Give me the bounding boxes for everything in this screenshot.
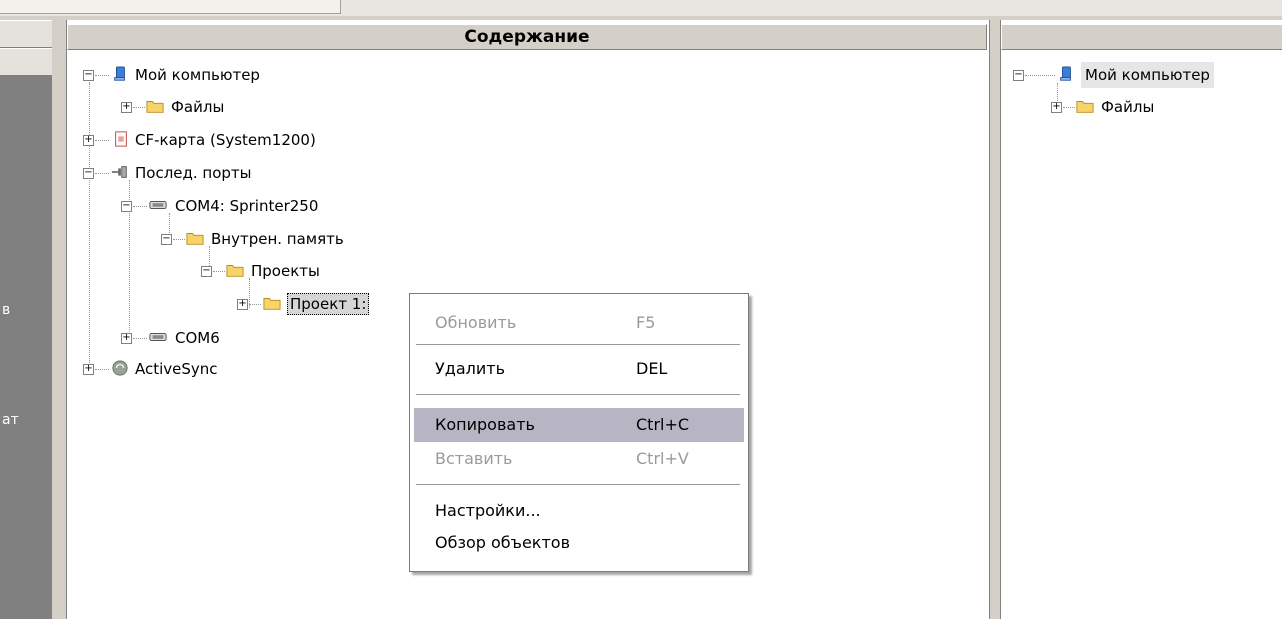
- menu-item-label: Обзор объектов: [435, 533, 571, 552]
- tree-node-label: ActiveSync: [135, 360, 218, 378]
- tree-node-my-computer[interactable]: − Мой компьютер: [67, 62, 567, 88]
- context-menu: Обновить F5 Удалить DEL Копировать Ctrl+…: [409, 293, 749, 572]
- menu-item-label: Удалить: [435, 359, 505, 378]
- tree-node-label-selected: Проект 1:: [287, 293, 370, 315]
- tree-line: [173, 239, 185, 240]
- folder-icon: [226, 265, 244, 277]
- collapse-icon[interactable]: −: [121, 201, 132, 212]
- tree-node-my-computer[interactable]: − Мой компьютер: [1001, 62, 1282, 88]
- menu-item-refresh[interactable]: Обновить F5: [414, 308, 744, 338]
- top-strip: [0, 0, 1282, 16]
- tree-node-files[interactable]: + Файлы: [1001, 94, 1282, 120]
- com-device-icon: [149, 200, 167, 210]
- tree-node-cf-card[interactable]: + CF-карта (System1200): [67, 127, 567, 153]
- tree-node-com6[interactable]: + COM6: [67, 325, 367, 351]
- tree-line: [133, 338, 147, 339]
- content-header[interactable]: Содержание: [67, 24, 987, 50]
- folder-icon: [1076, 101, 1094, 113]
- left-pane: в ат: [0, 20, 54, 619]
- menu-separator: [416, 394, 740, 396]
- tree-node-label: COM4: Sprinter250: [175, 197, 319, 215]
- menu-item-copy[interactable]: Копировать Ctrl+C: [414, 408, 744, 442]
- tree-node-label: Мой компьютер: [135, 66, 260, 84]
- tree-node-files[interactable]: + Файлы: [67, 94, 567, 120]
- left-pane-label: в: [2, 302, 11, 318]
- tree-node-label: CF-карта (System1200): [135, 131, 316, 149]
- menu-separator: [416, 344, 740, 346]
- tree-node-label: Проекты: [251, 262, 320, 280]
- tree-line: [213, 271, 225, 272]
- tree-node-label: Файлы: [1101, 98, 1155, 116]
- tree-line: [249, 304, 261, 305]
- menu-item-shortcut: DEL: [636, 359, 668, 378]
- tree-line: [1063, 107, 1075, 108]
- tree-node-label: COM6: [175, 329, 220, 347]
- menu-item-paste[interactable]: Вставить Ctrl+V: [414, 444, 744, 474]
- folder-icon: [146, 101, 164, 113]
- folder-icon: [186, 233, 204, 245]
- tree-line: [133, 206, 147, 207]
- tree-line: [95, 75, 109, 76]
- tree-line: [95, 140, 109, 141]
- tree-line: [95, 369, 109, 370]
- tree-node-label: Послед. порты: [135, 164, 252, 182]
- tree-node-label: Файлы: [171, 98, 225, 116]
- tree-node-com4[interactable]: − COM4: Sprinter250: [67, 193, 567, 219]
- com-device-icon: [149, 332, 167, 342]
- tree-line: [95, 173, 109, 174]
- menu-item-label: Вставить: [435, 449, 513, 468]
- expand-icon[interactable]: +: [237, 299, 248, 310]
- menu-separator: [416, 484, 740, 486]
- serial-port-icon: [111, 166, 127, 178]
- tree-line: [1025, 75, 1055, 76]
- memory-card-icon: [115, 131, 127, 147]
- menu-item-delete[interactable]: Удалить DEL: [414, 354, 744, 384]
- collapse-icon[interactable]: −: [1013, 70, 1024, 81]
- computer-icon: [1060, 66, 1071, 81]
- tree-node-label: Внутрен. память: [211, 230, 344, 248]
- tree-node-activesync[interactable]: + ActiveSync: [67, 356, 367, 382]
- expand-icon[interactable]: +: [83, 364, 94, 375]
- expand-icon[interactable]: +: [121, 333, 132, 344]
- tree-line: [133, 107, 145, 108]
- collapse-icon[interactable]: −: [161, 234, 172, 245]
- tab-area: [0, 0, 341, 14]
- collapse-icon[interactable]: −: [83, 168, 94, 179]
- computer-icon: [114, 66, 125, 81]
- menu-item-label: Настройки...: [435, 501, 541, 520]
- tree-node-serial-ports[interactable]: − Послед. порты: [67, 160, 567, 186]
- collapse-icon[interactable]: −: [201, 266, 212, 277]
- right-pane: − Мой компьютер + Файлы: [1000, 20, 1282, 619]
- activesync-icon: [112, 360, 128, 376]
- left-pane-label: ат: [2, 412, 19, 428]
- expand-icon[interactable]: +: [1051, 102, 1062, 113]
- folder-icon: [263, 298, 281, 310]
- menu-item-label: Копировать: [435, 415, 535, 434]
- right-pane-header[interactable]: [1001, 24, 1282, 50]
- menu-item-shortcut: F5: [636, 313, 656, 332]
- left-pane-header: [0, 20, 52, 48]
- menu-item-label: Обновить: [435, 313, 517, 332]
- tree-node-internal-memory[interactable]: − Внутрен. память: [67, 226, 567, 252]
- tree-node-label: Мой компьютер: [1081, 62, 1214, 88]
- collapse-icon[interactable]: −: [83, 70, 94, 81]
- menu-item-shortcut: Ctrl+V: [636, 449, 689, 468]
- expand-icon[interactable]: +: [121, 102, 132, 113]
- expand-icon[interactable]: +: [83, 135, 94, 146]
- menu-item-shortcut: Ctrl+C: [636, 415, 690, 434]
- tree-node-projects[interactable]: − Проекты: [67, 258, 567, 284]
- left-pane-subheader: [0, 48, 52, 76]
- menu-item-object-browser[interactable]: Обзор объектов: [414, 528, 744, 558]
- menu-item-settings[interactable]: Настройки...: [414, 496, 744, 526]
